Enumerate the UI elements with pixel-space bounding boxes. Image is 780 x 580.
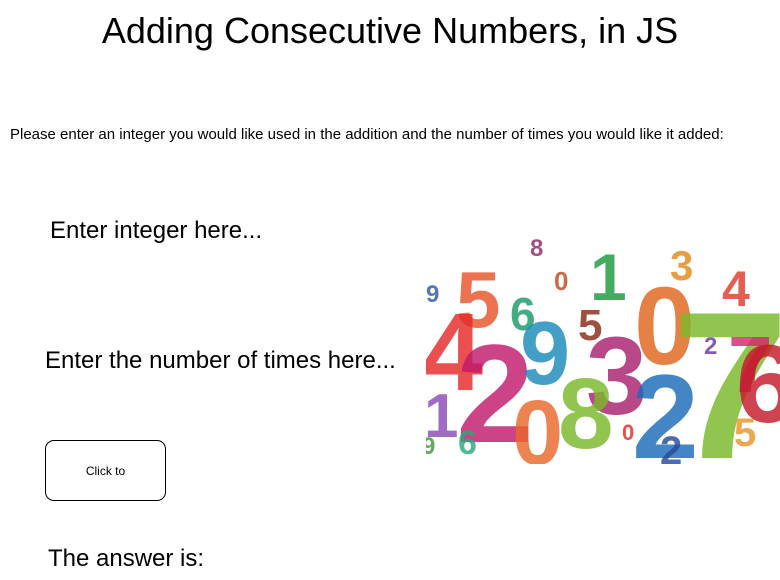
answer-label: The answer is: xyxy=(48,545,205,572)
page-title: Adding Consecutive Numbers, in JS xyxy=(101,10,679,51)
digit-8: 8 xyxy=(558,358,614,464)
calculate-button[interactable]: Click to xyxy=(45,440,166,501)
digit-5: 5 xyxy=(734,411,756,455)
digit-2: 2 xyxy=(660,429,682,464)
digit-0: 0 xyxy=(512,382,563,464)
digit-9: 9 xyxy=(426,433,435,460)
page: Adding Consecutive Numbers, in JS Please… xyxy=(0,0,780,580)
times-input[interactable] xyxy=(45,345,415,377)
digit-8: 8 xyxy=(530,235,543,262)
digit-2: 2 xyxy=(704,333,717,360)
instructions-text: Please enter an integer you would like u… xyxy=(10,126,724,143)
digit-0: 0 xyxy=(554,266,568,296)
digit-0: 0 xyxy=(622,420,634,445)
integer-input[interactable] xyxy=(50,215,390,247)
colorful-numbers-image: 8 1 3 0 4 9 5 6 4 5 0 2 9 3 7 2 7 6 1 2 xyxy=(426,232,780,464)
digit-6: 6 xyxy=(458,424,477,462)
